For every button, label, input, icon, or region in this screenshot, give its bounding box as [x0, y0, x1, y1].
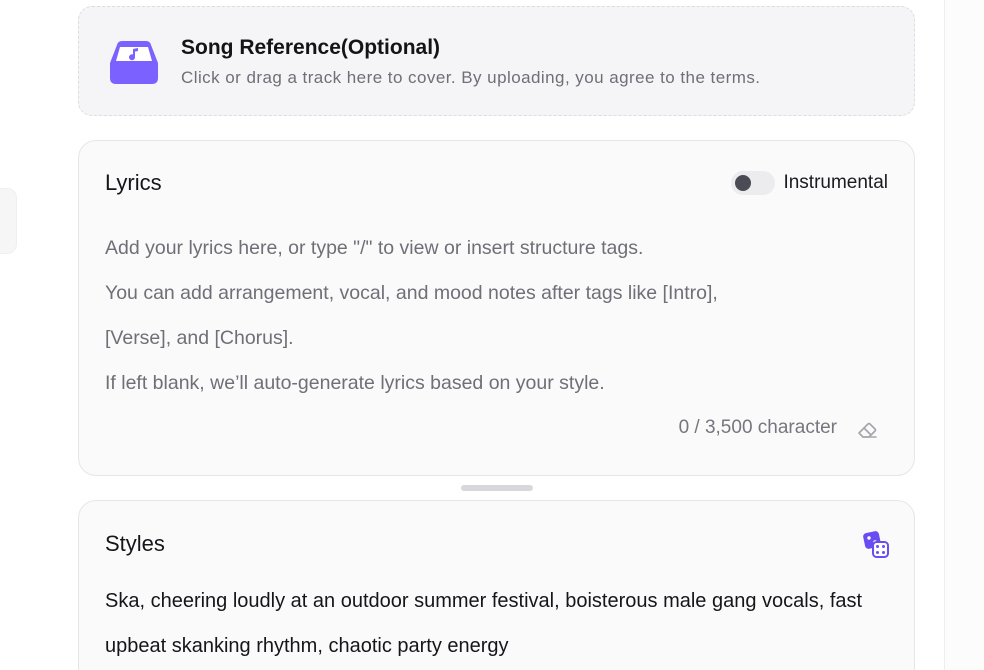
lyrics-input[interactable]: Add your lyrics here, or type "/" to vie… [105, 226, 885, 406]
song-creation-page: Song Reference(Optional) Click or drag a… [0, 0, 984, 670]
eraser-icon[interactable] [856, 420, 878, 440]
song-reference-title: Song Reference(Optional) [181, 36, 441, 59]
lyrics-placeholder-line: You can add arrangement, vocal, and mood… [105, 282, 718, 304]
side-panel-tab[interactable] [0, 188, 17, 254]
song-reference-description: Click or drag a track here to cover. By … [181, 68, 761, 87]
lyrics-card: Lyrics Instrumental Add your lyrics here… [78, 140, 915, 476]
styles-title: Styles [105, 531, 165, 556]
lyrics-resize-handle[interactable] [461, 485, 533, 491]
lyrics-character-count: 0 / 3,500 character [678, 417, 837, 438]
song-reference-dropzone[interactable]: Song Reference(Optional) Click or drag a… [78, 6, 915, 116]
right-panel-edge [944, 0, 984, 670]
styles-input[interactable]: Ska, cheering loudly at an outdoor summe… [105, 579, 865, 669]
lyrics-placeholder-line: [Verse], and [Chorus]. [105, 327, 294, 349]
lyrics-placeholder-line: If left blank, we’ll auto-generate lyric… [105, 372, 605, 394]
instrumental-control: Instrumental [731, 169, 888, 197]
dice-icon[interactable] [862, 531, 890, 559]
lyrics-placeholder-line: Add your lyrics here, or type "/" to vie… [105, 237, 644, 259]
instrumental-label: Instrumental [783, 172, 888, 193]
music-inbox-icon [110, 41, 158, 84]
lyrics-title: Lyrics [105, 170, 162, 195]
instrumental-toggle[interactable] [731, 171, 776, 195]
toggle-knob [735, 175, 752, 191]
styles-card: Styles Ska, cheering loudly at an outdoo… [78, 500, 915, 670]
